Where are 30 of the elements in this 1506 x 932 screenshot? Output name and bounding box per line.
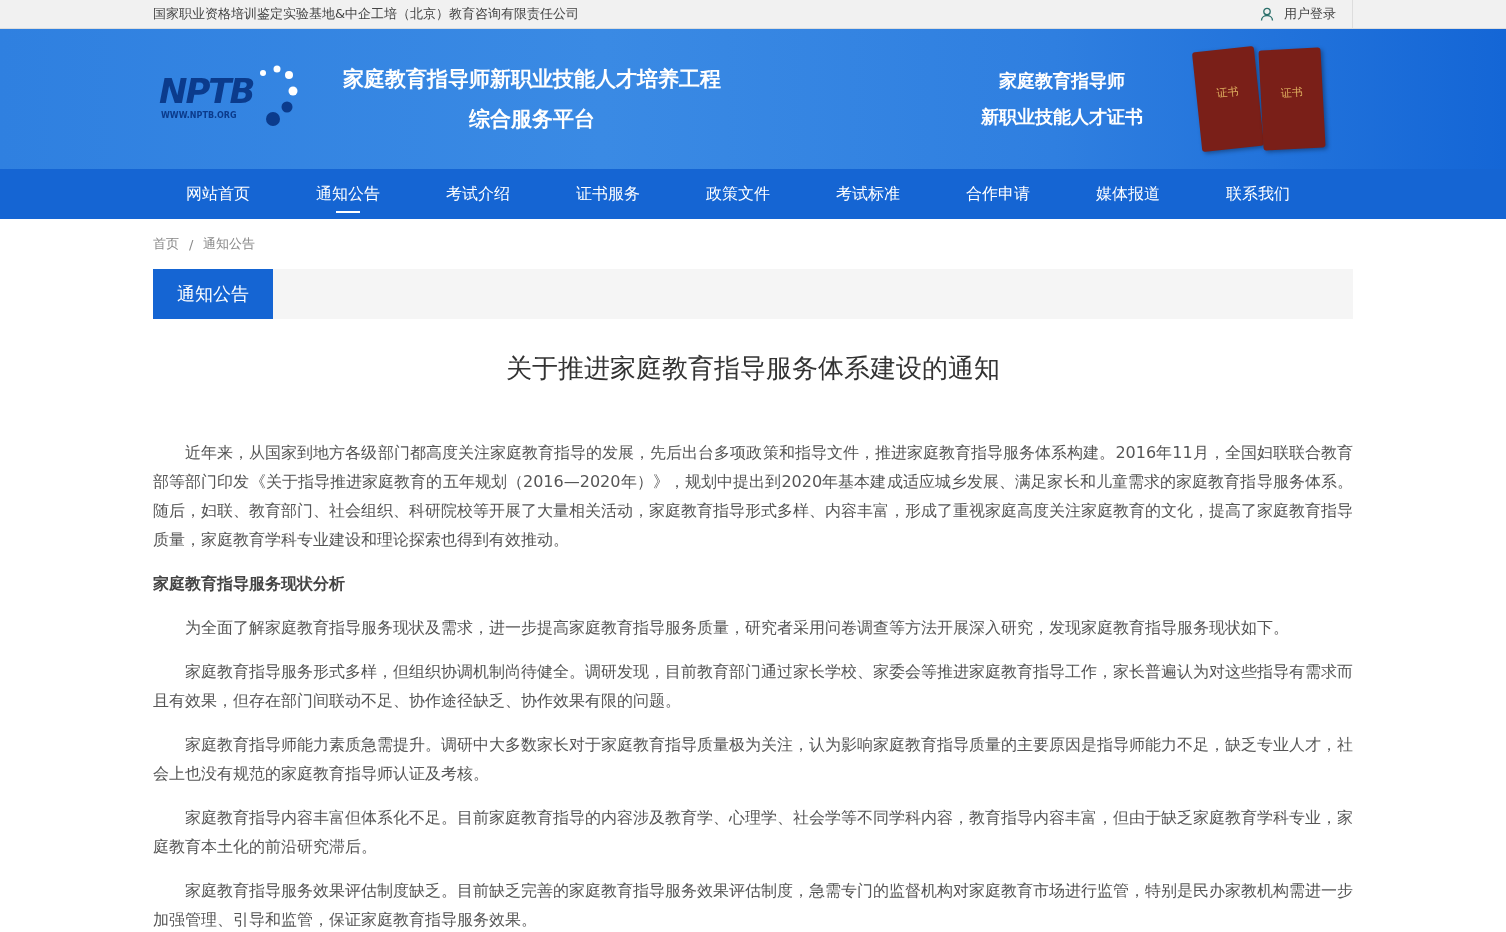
article-paragraph: 家庭教育指导服务效果评估制度缺乏。目前缺乏完善的家庭教育指导服务效果评估制度，急需专门的监督机构对家庭教育市场进行监管，特别是民办家教机构需进一步加强管理、引导和监管，保证家庭教育指导服务效果。 xyxy=(153,880,1353,931)
nav-item[interactable]: 媒体报道 xyxy=(1063,169,1193,219)
certificate-book: 证书 xyxy=(1258,47,1326,151)
banner-title: 综合服务平台 xyxy=(469,106,595,133)
certificate-caption: 家庭教育指导师 xyxy=(999,69,1125,93)
certificate-book: 证书 xyxy=(1191,46,1265,152)
user-login-link[interactable]: 用户登录 xyxy=(1260,0,1353,28)
nav-item[interactable]: 政策文件 xyxy=(673,169,803,219)
article-paragraph: 家庭教育指导师能力素质急需提升。调研中大多数家长对于家庭教育指导质量极为关注，认为影响家庭教育指导质量的主要原因是指导师能力不足，缺乏专业人才，社会上也没有规范的家庭教育指导师认证及考核。 xyxy=(153,734,1353,785)
article-paragraph: 近年来，从国家到地方各级部门都高度关注家庭教育指导的发展，先后出台多项政策和指导文件，推进家庭教育指导服务体系构建。2016年11月，全国妇联联合教育部等部门印发《关于指导推进家庭教育的五年规划（2016—2020年）》，规划中提出到2020年基本建成适应城乡发展、满足家长和儿童需求的家庭教育指导服务体系。随后，妇联、教育部门、社会组织、科研院校等开展了大量相关活动，家庭教育指导形式多样、内容丰富，形成了重视家庭高度关注家庭教育的文化，提高了家庭教育指导质量，家庭教育学科专业建设和理论探索也得到有效推动。 xyxy=(153,442,1353,551)
breadcrumb-link[interactable]: 通知公告 xyxy=(203,235,256,253)
certificate-caption: 新职业技能人才证书 xyxy=(981,105,1143,129)
article-paragraph: 为全面了解家庭教育指导服务现状及需求，进一步提高家庭教育指导服务质量，研究者采用问卷调查等方法开展深入研究，发现家庭教育指导服务现状如下。 xyxy=(184,617,1290,639)
nav-item[interactable]: 考试介绍 xyxy=(413,169,543,219)
article-subheading: 家庭教育指导服务现状分析 xyxy=(153,573,346,595)
nav-item[interactable]: 网站首页 xyxy=(153,169,283,219)
breadcrumb-separator: / xyxy=(189,236,194,252)
nav-item[interactable]: 通知公告 xyxy=(283,169,413,219)
banner-title: 家庭教育指导师新职业技能人才培养工程 xyxy=(343,66,721,93)
section-tab[interactable]: 通知公告 xyxy=(153,269,273,319)
article-paragraph: 家庭教育指导内容丰富但体系化不足。目前家庭教育指导的内容涉及教育学、心理学、社会学等不同学科内容，教育指导内容丰富，但由于缺乏家庭教育学科专业，家庭教育本土化的前沿研究滞后。 xyxy=(153,807,1353,858)
nav-item[interactable]: 联系我们 xyxy=(1193,169,1323,219)
nav-item[interactable]: 证书服务 xyxy=(543,169,673,219)
nav-item[interactable]: 考试标准 xyxy=(803,169,933,219)
nav-item[interactable]: 合作申请 xyxy=(933,169,1063,219)
user-icon xyxy=(1260,7,1274,21)
company-name: 国家职业资格培训鉴定实验基地&中企工培（北京）教育咨询有限责任公司 xyxy=(153,5,580,23)
article-paragraph: 家庭教育指导服务形式多样，但组织协调机制尚待健全。调研发现，目前教育部门通过家长学校、家委会等推进家庭教育指导工作，家长普遍认为对这些指导有需求而且有效果，但存在部门间联动不足、协作途径缺乏、协作效果有限的问题。 xyxy=(153,661,1353,712)
article-title: 关于推进家庭教育指导服务体系建设的通知 xyxy=(505,352,1001,385)
breadcrumb-link[interactable]: 首页 xyxy=(153,235,179,253)
